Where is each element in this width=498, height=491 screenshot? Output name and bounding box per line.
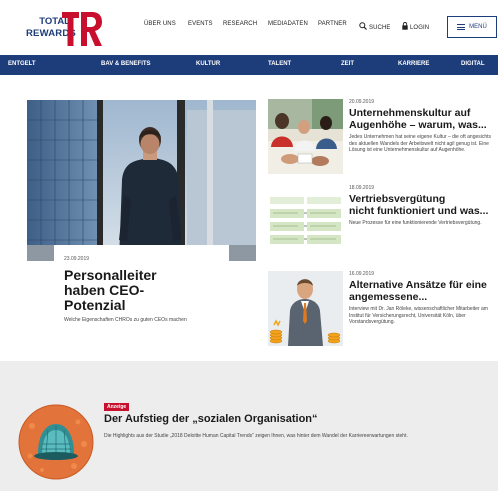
logo-tr-mark-icon [62, 12, 102, 46]
nav-search[interactable]: SUCHE [359, 21, 391, 31]
featured-title[interactable]: Personalleiter haben CEO-Potenzial [64, 268, 184, 313]
main-content: 23.09.2019 Personalleiter haben CEO-Pote… [0, 75, 498, 361]
nav-mediadaten[interactable]: MEDIADATEN [268, 21, 308, 27]
featured-article-image[interactable] [27, 100, 256, 261]
article-title[interactable]: Vertriebsvergütung nicht funktioniert und… [349, 194, 498, 217]
search-icon [359, 22, 367, 30]
article-thumbnail[interactable] [268, 185, 343, 260]
sponsored-section: Anzeige Der Aufstieg der „sozialen Organ… [0, 361, 498, 491]
category-talent[interactable]: TALENT [268, 61, 291, 67]
article-description: Neue Prozesse für eine funktionierende V… [349, 220, 482, 226]
site-header: TOTAL REWARDS ÜBER UNS EVENTS RESEARCH M… [0, 0, 498, 55]
businessman-window-image [27, 100, 256, 261]
article-thumbnail[interactable] [268, 271, 343, 346]
process-diagram-image [268, 185, 343, 260]
article-date: 16.09.2019 [349, 271, 375, 277]
article-description: Jedes Unternehmen hat seine eigene Kultu… [349, 134, 492, 153]
featured-subtitle: Welche Eigenschaften CHROs zu guten CEOs… [64, 317, 187, 323]
category-zeit[interactable]: ZEIT [341, 61, 354, 67]
article-description: Interview mit Dr. Jan Röleke, wissenscha… [349, 306, 488, 325]
article-item[interactable]: 20.09.2019 Unternehmenskultur auf Augenhö… [268, 99, 498, 174]
article-title[interactable]: Unternehmenskultur auf Augenhöhe – warum,… [349, 108, 498, 131]
nav-login[interactable]: LOGIN [402, 21, 429, 31]
nav-partner[interactable]: PARTNER [318, 21, 347, 27]
sponsored-description: Die Highlights aus der Studie „2018 Delo… [104, 433, 408, 439]
article-date: 20.09.2019 [349, 99, 375, 105]
article-date: 18.09.2019 [349, 185, 375, 191]
hamburger-icon [457, 24, 466, 30]
article-item[interactable]: 18.09.2019 Vertriebsvergütung nicht funkt… [268, 185, 498, 260]
lock-icon [402, 22, 408, 30]
menu-button[interactable]: MENÜ [447, 16, 497, 38]
featured-date: 23.09.2019 [64, 256, 90, 262]
featured-article-card[interactable]: 23.09.2019 Personalleiter haben CEO-Pote… [54, 245, 229, 361]
category-kultur[interactable]: KULTUR [196, 61, 220, 67]
category-entgelt[interactable]: ENTGELT [8, 61, 36, 67]
menu-label: MENÜ [469, 24, 487, 30]
site-logo[interactable]: TOTAL REWARDS [26, 12, 104, 46]
team-meeting-image [268, 99, 343, 174]
category-navigation: ENTGELT BAV & BENEFITS KULTUR TALENT ZEI… [0, 55, 498, 75]
category-karriere[interactable]: KARRIERE [398, 61, 429, 67]
search-label: SUCHE [369, 25, 391, 31]
login-label: LOGIN [410, 25, 430, 31]
article-thumbnail[interactable] [268, 99, 343, 174]
stadium-globe-image [18, 404, 94, 480]
nav-research[interactable]: RESEARCH [223, 21, 257, 27]
nav-events[interactable]: EVENTS [188, 21, 213, 27]
nav-ueber-uns[interactable]: ÜBER UNS [144, 21, 176, 27]
article-title[interactable]: Alternative Ansätze für eine angemessene.… [349, 280, 498, 303]
sponsored-badge: Anzeige [104, 403, 130, 411]
category-digital[interactable]: DIGITAL [461, 61, 485, 67]
category-bav-benefits[interactable]: BAV & BENEFITS [101, 61, 151, 67]
article-item[interactable]: 16.09.2019 Alternative Ansätze für eine a… [268, 271, 498, 346]
sponsored-image[interactable] [18, 404, 94, 480]
sponsored-title[interactable]: Der Aufstieg der „sozialen Organisation“ [104, 413, 318, 425]
businessman-coins-image [268, 271, 343, 346]
